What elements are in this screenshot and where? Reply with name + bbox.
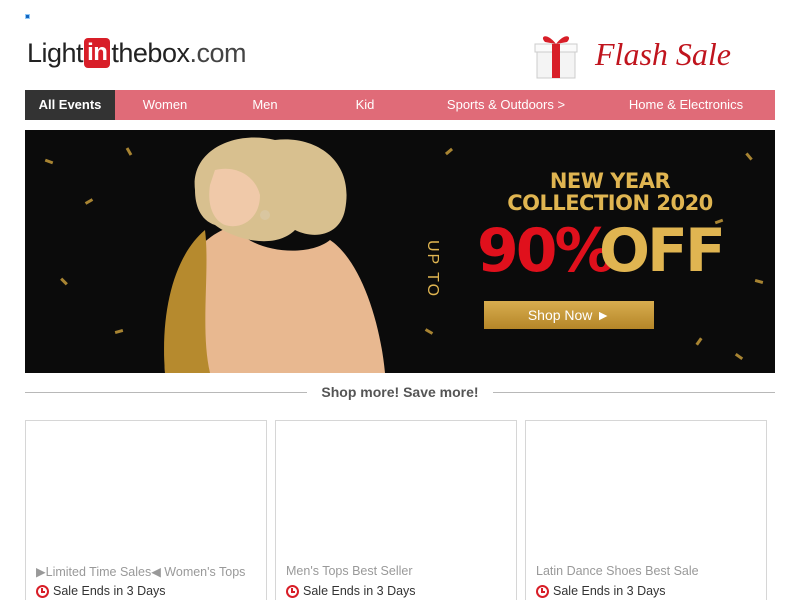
banner-percent: 90% bbox=[477, 216, 615, 286]
lightinthebox-logo[interactable]: Light in thebox .com bbox=[27, 36, 246, 70]
logo-text-light: Light bbox=[27, 37, 84, 68]
logo-text-thebox: thebox bbox=[111, 37, 190, 68]
sale-card-womens-tops[interactable]: ▶Limited Time Sales◀ Women's Tops Sale E… bbox=[25, 420, 267, 600]
card-title[interactable]: Latin Dance Shoes Best Sale bbox=[536, 564, 699, 578]
sale-ends: Sale Ends in 3 Days bbox=[536, 584, 666, 598]
banner-off: OFF bbox=[599, 216, 726, 286]
nav-kid[interactable]: Kid bbox=[315, 90, 415, 120]
model-photo bbox=[164, 137, 385, 373]
nav-women[interactable]: Women bbox=[115, 90, 215, 120]
nav-sports-outdoors[interactable]: Sports & Outdoors > bbox=[415, 90, 597, 120]
sale-card-mens-tops[interactable]: Men's Tops Best Seller Sale Ends in 3 Da… bbox=[275, 420, 517, 600]
shop-now-button[interactable]: Shop Now ► bbox=[484, 301, 654, 329]
nav-home-electronics[interactable]: Home & Electronics bbox=[597, 90, 775, 120]
card-title[interactable]: Men's Tops Best Seller bbox=[286, 564, 413, 578]
category-nav: All Events Women Men Kid Sports & Outdoo… bbox=[25, 90, 775, 120]
section-divider: Shop more! Save more! bbox=[25, 382, 775, 402]
divider-line-right bbox=[492, 391, 775, 393]
promo-banner[interactable]: NEW YEAR COLLECTION 2020 UP TO 90% OFF S… bbox=[25, 130, 775, 373]
section-title: Shop more! Save more! bbox=[321, 384, 479, 400]
sale-ends-text: Sale Ends in 3 Days bbox=[553, 584, 666, 598]
banner-line2: COLLECTION 2020 bbox=[507, 191, 713, 215]
logo-text-com: .com bbox=[189, 37, 246, 68]
nav-all-events[interactable]: All Events bbox=[25, 90, 115, 120]
logo-text-in: in bbox=[84, 38, 111, 68]
divider-line-left bbox=[25, 391, 308, 393]
card-title[interactable]: ▶Limited Time Sales◀ Women's Tops bbox=[36, 564, 245, 579]
banner-upto: UP TO bbox=[424, 240, 441, 299]
banner-headline: NEW YEAR COLLECTION 2020 bbox=[495, 170, 725, 214]
clock-icon bbox=[36, 584, 49, 598]
gift-icon bbox=[534, 36, 578, 79]
sale-ends-text: Sale Ends in 3 Days bbox=[303, 584, 416, 598]
sale-ends: Sale Ends in 3 Days bbox=[36, 584, 166, 598]
sale-card-latin-dance-shoes[interactable]: Latin Dance Shoes Best Sale Sale Ends in… bbox=[525, 420, 767, 600]
nav-men[interactable]: Men bbox=[215, 90, 315, 120]
clock-icon bbox=[536, 584, 549, 598]
sale-ends-text: Sale Ends in 3 Days bbox=[53, 584, 166, 598]
corner-marker bbox=[25, 14, 30, 19]
flash-sale-title: Flash Sale bbox=[595, 36, 731, 72]
sale-ends: Sale Ends in 3 Days bbox=[286, 584, 416, 598]
banner-line1: NEW YEAR bbox=[549, 169, 671, 193]
clock-icon bbox=[286, 584, 299, 598]
